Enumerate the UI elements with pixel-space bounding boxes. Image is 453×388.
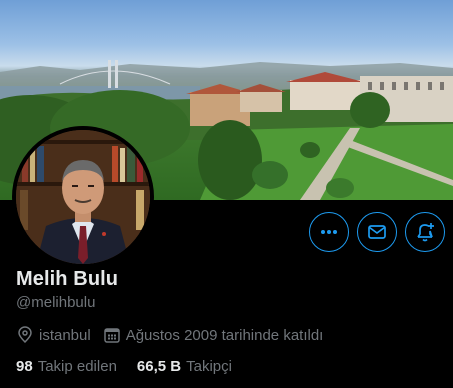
bell-plus-icon [417, 223, 434, 242]
profile-stats: 98 Takip edilen 66,5 B Takipçi [16, 358, 252, 375]
profile-handle: @melihbulu [16, 294, 96, 311]
mail-icon [368, 225, 386, 239]
following-label: Takip edilen [37, 358, 117, 375]
location-pin-icon [18, 326, 32, 344]
more-icon [321, 230, 337, 234]
following-count: 98 [16, 358, 33, 375]
profile-joined: Ağustos 2009 tarihinde katıldı [103, 326, 324, 344]
profile-page: Melih Bulu @melihbulu istanbul Ağustos 2… [0, 0, 453, 388]
followers-label: Takipçi [186, 358, 232, 375]
message-button[interactable] [357, 212, 397, 252]
calendar-icon [103, 328, 120, 343]
profile-name: Melih Bulu [16, 268, 119, 290]
more-button[interactable] [309, 212, 349, 252]
avatar-photo [16, 130, 150, 264]
followers-link[interactable]: 66,5 B Takipçi [137, 358, 232, 375]
followers-count: 66,5 B [136, 358, 182, 375]
notifications-button[interactable] [405, 212, 445, 252]
following-link[interactable]: 98 Takip edilen [16, 358, 117, 375]
location-text: istanbul [39, 326, 91, 344]
profile-location: istanbul [16, 326, 91, 344]
joined-text: Ağustos 2009 tarihinde katıldı [125, 326, 324, 344]
profile-meta: istanbul Ağustos 2009 tarihinde katıldı [16, 326, 335, 344]
profile-avatar[interactable] [12, 126, 154, 268]
profile-actions [309, 212, 445, 252]
